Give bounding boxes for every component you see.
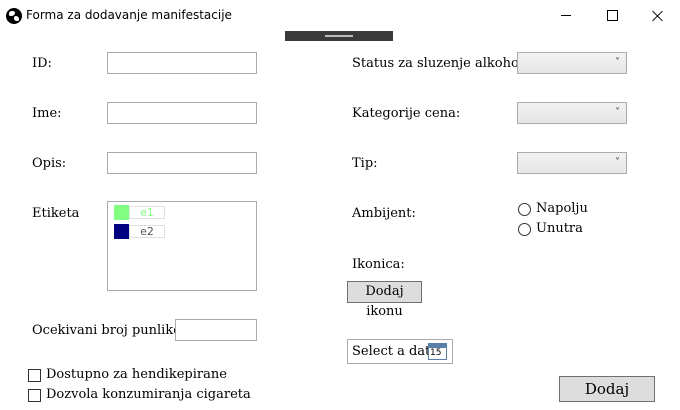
etiketa-color-swatch bbox=[114, 205, 129, 220]
kategorije-label: Kategorije cena: bbox=[352, 106, 461, 121]
kategorije-select[interactable]: ˅ bbox=[517, 102, 627, 124]
close-icon bbox=[652, 10, 664, 22]
broj-field[interactable] bbox=[175, 319, 257, 341]
chevron-down-icon: ˅ bbox=[615, 107, 620, 118]
status-label: Status za sluzenje alkohola: bbox=[352, 56, 536, 71]
date-placeholder: Select a date bbox=[352, 344, 438, 359]
minimize-icon bbox=[561, 15, 571, 16]
id-label: ID: bbox=[32, 56, 52, 71]
tip-label: Tip: bbox=[352, 156, 378, 171]
maximize-button[interactable] bbox=[589, 0, 635, 31]
minimize-button[interactable] bbox=[543, 0, 589, 31]
etiketa-text: e2 bbox=[129, 225, 165, 238]
ime-label: Ime: bbox=[32, 106, 62, 121]
etiketa-color-swatch bbox=[114, 224, 129, 239]
unutra-radio[interactable] bbox=[518, 223, 531, 236]
dostupno-checkbox[interactable] bbox=[28, 369, 41, 382]
etiketa-listbox[interactable]: e1 e2 bbox=[107, 201, 257, 291]
calendar-icon[interactable]: 15 bbox=[428, 343, 447, 360]
status-select[interactable]: ˅ bbox=[517, 52, 627, 74]
window-title: Forma za dodavanje manifestacije bbox=[26, 8, 232, 22]
cigarete-label: Dozvola konzumiranja cigareta bbox=[46, 387, 251, 402]
etiketa-text: e1 bbox=[129, 206, 165, 219]
globe-icon bbox=[6, 8, 22, 24]
dostupno-label: Dostupno za hendikepirane bbox=[46, 367, 227, 382]
cigarete-checkbox[interactable] bbox=[28, 389, 41, 402]
chevron-down-icon: ˅ bbox=[615, 57, 620, 68]
date-picker[interactable]: Select a date 15 bbox=[347, 339, 453, 364]
chevron-down-icon: ˅ bbox=[615, 157, 620, 168]
opis-label: Opis: bbox=[32, 156, 67, 171]
ime-field[interactable] bbox=[107, 102, 257, 124]
close-button[interactable] bbox=[635, 0, 680, 31]
dodaj-button[interactable]: Dodaj bbox=[559, 376, 655, 402]
napolju-label: Napolju bbox=[536, 201, 588, 216]
ikonica-label: Ikonica: bbox=[352, 257, 405, 272]
opis-field[interactable] bbox=[107, 152, 257, 174]
tip-select[interactable]: ˅ bbox=[517, 152, 627, 174]
id-field[interactable] bbox=[107, 52, 257, 74]
dodaj-ikonu-button[interactable]: Dodaj ikonu bbox=[347, 281, 422, 319]
title-bar: Forma za dodavanje manifestacije bbox=[0, 0, 680, 31]
broj-label: Ocekivani broj punlike: bbox=[32, 323, 186, 338]
maximize-icon bbox=[606, 10, 618, 21]
unutra-label: Unutra bbox=[536, 221, 583, 236]
calendar-day: 15 bbox=[430, 348, 442, 358]
drag-handle[interactable] bbox=[285, 31, 393, 41]
etiketa-label: Etiketa bbox=[32, 206, 80, 221]
napolju-radio[interactable] bbox=[518, 203, 531, 216]
ambijent-label: Ambijent: bbox=[352, 206, 416, 221]
